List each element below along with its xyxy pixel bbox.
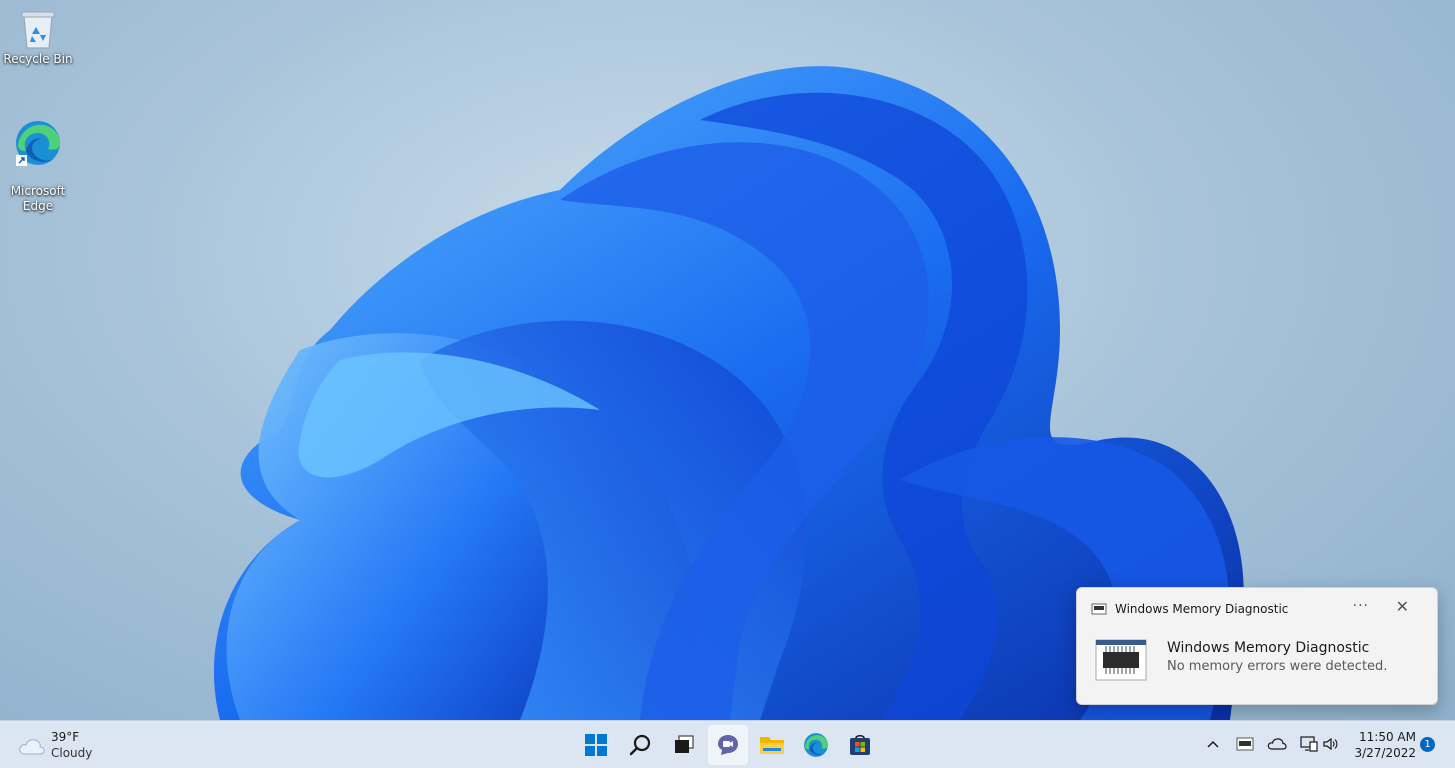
tray-network[interactable] [1298, 733, 1320, 755]
search-icon [629, 734, 651, 756]
folder-icon [760, 737, 784, 754]
memory-diagnostic-icon [1095, 639, 1147, 681]
speaker-icon [1323, 737, 1338, 751]
windows-start-icon [585, 734, 607, 756]
weather-condition: Cloudy [51, 746, 93, 760]
desktop-icon-label: Microsoft Edge [10, 184, 66, 213]
toast-body: Windows Memory Diagnostic No memory erro… [1095, 639, 1423, 684]
toast-header: Windows Memory Diagnostic ··· ✕ [1091, 597, 1423, 619]
tray-memory-diagnostic[interactable] [1234, 733, 1256, 755]
store-icon [850, 734, 870, 755]
network-icon [1300, 736, 1318, 752]
tray-onedrive[interactable] [1266, 733, 1288, 755]
toast-close-button[interactable]: ✕ [1396, 597, 1409, 616]
taskbar-search-button[interactable] [620, 725, 660, 765]
taskbar-edge-button[interactable] [796, 725, 836, 765]
desktop-icon-edge[interactable]: Microsoft Edge [0, 104, 76, 214]
clock-date: 3/27/2022 [1354, 746, 1416, 760]
taskbar-store-button[interactable] [840, 725, 880, 765]
desktop-icon-recycle-bin[interactable]: Recycle Bin [0, 8, 76, 67]
clock-time: 11:50 AM [1359, 730, 1416, 744]
tray-clock[interactable]: 11:50 AM 3/27/2022 [1352, 729, 1416, 761]
teams-chat-icon [718, 735, 738, 755]
toast-notification[interactable]: Windows Memory Diagnostic ··· ✕ Windows … [1076, 587, 1438, 705]
taskbar: 39°F Cloudy 11:50 AM 3/27/2022 1 [0, 720, 1455, 768]
toast-app-name: Windows Memory Diagnostic [1115, 602, 1289, 616]
taskbar-task-view-button[interactable] [664, 725, 704, 765]
toast-message: No memory errors were detected. [1167, 659, 1388, 674]
onedrive-cloud-icon [1267, 738, 1287, 750]
notification-badge[interactable]: 1 [1420, 737, 1435, 752]
tray-volume[interactable] [1320, 733, 1342, 755]
weather-temperature: 39°F [51, 730, 80, 744]
taskbar-chat-button[interactable] [708, 725, 748, 765]
cloud-icon [19, 739, 45, 755]
memory-chip-icon [1236, 737, 1254, 751]
toast-title: Windows Memory Diagnostic [1167, 640, 1370, 656]
recycle-bin-icon [21, 11, 55, 49]
taskbar-start-button[interactable] [576, 725, 616, 765]
weather-widget[interactable]: 39°F Cloudy [18, 729, 118, 761]
edge-icon [804, 733, 828, 757]
desktop-icon-label: Recycle Bin [3, 52, 73, 66]
task-view-icon [675, 735, 694, 753]
tray-overflow-button[interactable] [1202, 733, 1224, 755]
memory-chip-icon [1091, 603, 1107, 615]
toast-more-button[interactable]: ··· [1353, 598, 1369, 614]
taskbar-file-explorer-button[interactable] [752, 725, 792, 765]
edge-icon [16, 121, 60, 166]
chevron-up-icon [1207, 740, 1219, 748]
